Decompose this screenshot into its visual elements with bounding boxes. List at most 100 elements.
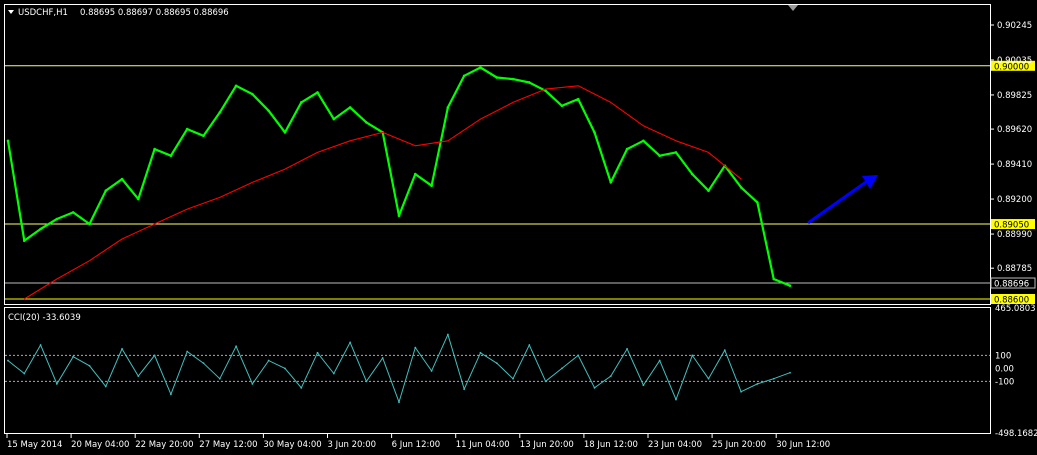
cci-point bbox=[658, 359, 661, 362]
cci-point bbox=[479, 351, 482, 354]
price-point bbox=[120, 177, 124, 181]
price-point bbox=[690, 172, 694, 176]
price-point bbox=[348, 106, 352, 109]
cci-y-tick-label: -100 bbox=[995, 377, 1014, 387]
x-tick-label: 30 May 04:00 bbox=[263, 440, 321, 450]
cci-point bbox=[23, 372, 26, 375]
collapse-triangle-icon[interactable] bbox=[8, 10, 14, 14]
cci-point bbox=[381, 357, 384, 359]
x-tick-label: 27 May 12:00 bbox=[199, 440, 257, 450]
price-point bbox=[299, 101, 303, 104]
cci-point bbox=[593, 386, 596, 389]
shift-marker-icon[interactable] bbox=[788, 5, 798, 11]
cci-point bbox=[430, 370, 433, 372]
level-tag-label-1: 0.89050 bbox=[994, 221, 1029, 231]
price-point bbox=[169, 154, 173, 158]
cci-point bbox=[789, 371, 791, 374]
price-point bbox=[251, 92, 254, 96]
cci-point bbox=[707, 377, 710, 380]
cci-y-tick-label: 465.0803 bbox=[995, 304, 1036, 314]
price-point bbox=[446, 106, 450, 109]
x-tick-label: 23 Jun 04:00 bbox=[648, 440, 702, 450]
price-point bbox=[234, 84, 238, 88]
chart-title: USDCHF,H1 bbox=[18, 8, 68, 18]
price-y-tick-label: 0.89825 bbox=[997, 91, 1032, 101]
cci-point bbox=[528, 344, 531, 346]
price-point bbox=[365, 121, 368, 124]
cci-point bbox=[446, 333, 449, 336]
price-y-tick-label: 0.88785 bbox=[997, 264, 1032, 274]
cci-point bbox=[723, 349, 726, 352]
x-tick-label: 15 May 2014 bbox=[7, 440, 62, 450]
price-point bbox=[397, 214, 401, 218]
price-point bbox=[658, 154, 661, 158]
x-tick-label: 20 May 04:00 bbox=[71, 440, 129, 450]
cci-point bbox=[365, 380, 368, 383]
cci-point bbox=[577, 354, 580, 357]
cci-point bbox=[121, 347, 123, 350]
price-point bbox=[479, 66, 482, 69]
cci-point bbox=[675, 398, 677, 401]
price-layer bbox=[5, 65, 990, 300]
cci-point bbox=[251, 383, 254, 385]
cci-point bbox=[153, 354, 156, 357]
price-series-line bbox=[6, 66, 791, 287]
cci-point bbox=[186, 350, 189, 353]
cci-point bbox=[463, 388, 466, 391]
x-tick-label: 30 Jun 12:00 bbox=[776, 440, 830, 450]
cci-point bbox=[398, 401, 400, 403]
price-point bbox=[88, 222, 91, 226]
price-point bbox=[283, 131, 287, 134]
price-point bbox=[576, 97, 580, 101]
cci-point bbox=[137, 375, 140, 378]
price-point bbox=[332, 117, 336, 121]
level-tag-label-2: 0.88696 bbox=[994, 280, 1029, 290]
cci-point bbox=[104, 385, 107, 388]
price-point bbox=[153, 147, 156, 151]
cci-point bbox=[740, 390, 743, 393]
price-point bbox=[756, 201, 759, 204]
cci-point bbox=[267, 359, 270, 362]
price-point bbox=[772, 277, 776, 281]
cci-point bbox=[495, 362, 498, 365]
cci-point bbox=[235, 345, 237, 348]
price-point bbox=[430, 184, 433, 188]
price-point bbox=[674, 151, 678, 154]
axis-layer: 0.900000.890500.886960.886000.902450.900… bbox=[6, 21, 1037, 450]
cci-series-line bbox=[7, 333, 791, 404]
price-y-tick-label: 0.90245 bbox=[997, 21, 1032, 31]
price-y-tick-label: 0.88990 bbox=[997, 230, 1032, 240]
cci-point bbox=[39, 344, 42, 346]
price-point bbox=[267, 109, 270, 113]
cci-point bbox=[170, 393, 172, 396]
price-point bbox=[528, 81, 531, 84]
x-tick-label: 11 Jun 04:00 bbox=[456, 440, 510, 450]
price-point bbox=[642, 139, 645, 143]
x-tick-label: 3 Jun 20:00 bbox=[328, 440, 377, 450]
x-tick-label: 6 Jun 12:00 bbox=[392, 440, 441, 450]
price-point bbox=[707, 189, 710, 193]
price-point bbox=[218, 111, 222, 114]
cci-point bbox=[691, 354, 694, 357]
x-tick-label: 22 May 20:00 bbox=[135, 440, 193, 450]
price-point bbox=[137, 197, 140, 201]
cci-y-tick-label: 100 bbox=[995, 351, 1011, 361]
price-point bbox=[511, 77, 515, 81]
chart-quote: 0.88695 0.88697 0.88695 0.88696 bbox=[80, 8, 229, 18]
price-point bbox=[22, 239, 26, 243]
cci-point bbox=[626, 347, 628, 350]
price-point bbox=[185, 127, 189, 131]
cci-point bbox=[72, 355, 75, 358]
price-point bbox=[560, 104, 564, 108]
price-y-tick-label: 0.89200 bbox=[997, 195, 1032, 205]
cci-point bbox=[772, 377, 775, 380]
price-point bbox=[625, 147, 629, 151]
cci-y-tick-label: 0.00 bbox=[995, 364, 1014, 374]
price-y-tick-label: 0.90035 bbox=[997, 56, 1032, 66]
cci-title: CCI(20) -33.6039 bbox=[8, 313, 81, 323]
price-point bbox=[55, 217, 59, 221]
cci-point bbox=[202, 362, 205, 365]
x-tick-label: 13 Jun 20:00 bbox=[520, 440, 574, 450]
price-point bbox=[202, 134, 205, 138]
cci-point bbox=[544, 380, 547, 383]
